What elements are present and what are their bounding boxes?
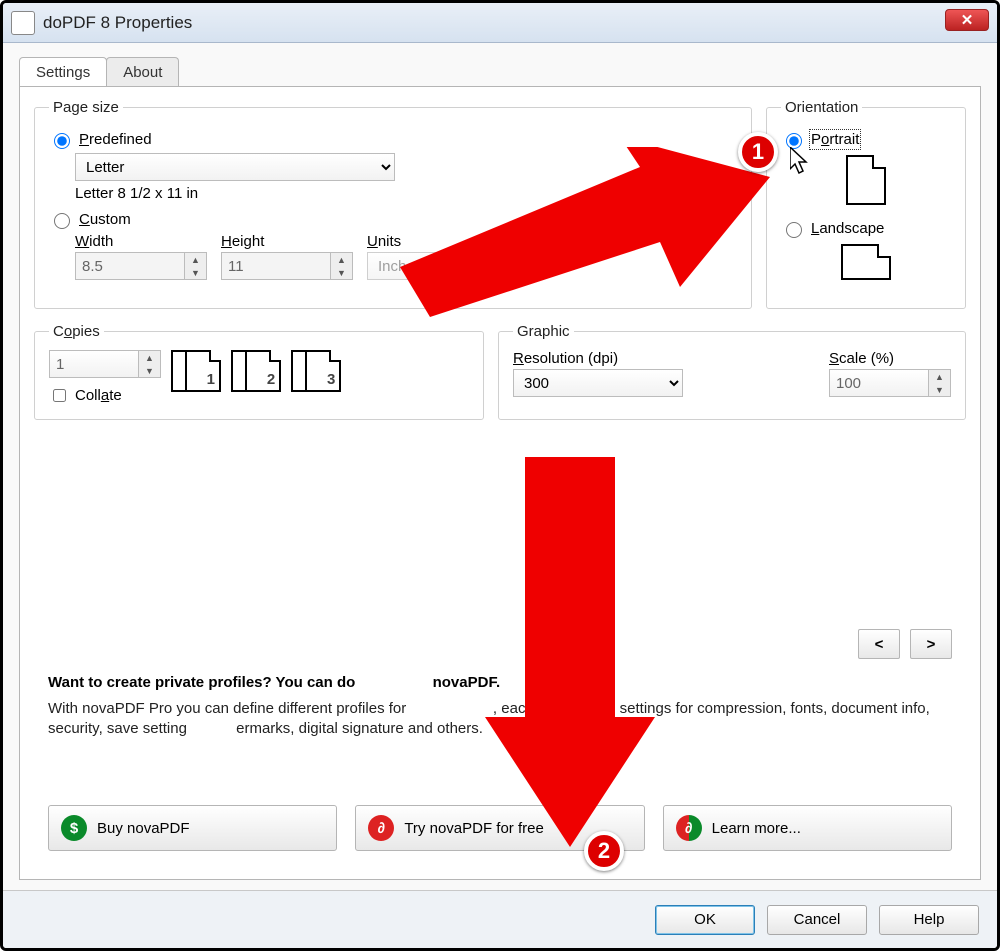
copies-spinner[interactable]: ▲▼ <box>139 350 161 378</box>
tab-panel-settings: Page size Predefined Letter Letter 8 1/2… <box>19 86 981 880</box>
group-graphic: Graphic Resolution (dpi) 300 Scale (%) <box>498 323 966 420</box>
annotation-arrow-1 <box>400 147 770 317</box>
window-title: doPDF 8 Properties <box>43 13 192 33</box>
try-icon: ∂ <box>368 815 394 841</box>
predefined-size-combo[interactable]: Letter <box>75 153 395 181</box>
width-label: Width <box>75 233 207 250</box>
radio-custom-label: Custom <box>79 211 131 228</box>
resolution-label: Resolution (dpi) <box>513 350 809 367</box>
learn-more-button[interactable]: ∂ Learn more... <box>663 805 952 851</box>
radio-landscape[interactable] <box>786 222 802 238</box>
annotation-badge-2: 2 <box>584 831 624 871</box>
page-size-legend: Page size <box>49 99 123 116</box>
dialog-footer: OK Cancel Help <box>3 890 997 948</box>
tabstrip: Settings About <box>19 57 981 87</box>
height-input[interactable] <box>221 252 331 280</box>
copies-input[interactable] <box>49 350 139 378</box>
copies-legend: Copies <box>49 323 104 340</box>
collate-label: Collate <box>75 387 122 404</box>
scale-label: Scale (%) <box>829 350 951 367</box>
learn-more-label: Learn more... <box>712 820 801 837</box>
cancel-button[interactable]: Cancel <box>767 905 867 935</box>
scale-input[interactable] <box>829 369 929 397</box>
buy-novapdf-label: Buy novaPDF <box>97 820 190 837</box>
height-spinner[interactable]: ▲▼ <box>331 252 353 280</box>
collate-checkbox[interactable] <box>53 389 66 402</box>
promo-next-button[interactable]: > <box>910 629 952 659</box>
properties-dialog: doPDF 8 Properties ✕ Settings About Page… <box>0 0 1000 951</box>
annotation-arrow-2 <box>485 457 655 847</box>
resolution-combo[interactable]: 300 <box>513 369 683 397</box>
height-label: Height <box>221 233 353 250</box>
radio-predefined-label: Predefined <box>79 131 152 148</box>
scale-spinner[interactable]: ▲▼ <box>929 369 951 397</box>
radio-portrait-label: Portrait <box>811 131 859 148</box>
group-orientation: Orientation Portrait Landscape <box>766 99 966 309</box>
promo-prev-button[interactable]: < <box>858 629 900 659</box>
width-input[interactable] <box>75 252 185 280</box>
graphic-legend: Graphic <box>513 323 574 340</box>
cursor-icon <box>790 147 812 177</box>
tab-settings[interactable]: Settings <box>19 57 107 87</box>
radio-landscape-label: Landscape <box>811 220 884 237</box>
ok-button[interactable]: OK <box>655 905 755 935</box>
app-icon <box>11 11 35 35</box>
client-area: Settings About Page size Predefined Lett… <box>3 43 997 890</box>
group-copies: Copies ▲▼ Collate <box>34 323 484 420</box>
titlebar: doPDF 8 Properties ✕ <box>3 3 997 43</box>
portrait-icon <box>846 155 886 205</box>
landscape-icon <box>841 244 891 280</box>
close-button[interactable]: ✕ <box>945 9 989 31</box>
copies-illustration: 11 22 33 <box>181 350 341 396</box>
orientation-legend: Orientation <box>781 99 862 116</box>
annotation-badge-1: 1 <box>738 132 778 172</box>
width-spinner[interactable]: ▲▼ <box>185 252 207 280</box>
buy-novapdf-button[interactable]: $ Buy novaPDF <box>48 805 337 851</box>
radio-custom[interactable] <box>54 213 70 229</box>
help-button[interactable]: Help <box>879 905 979 935</box>
learn-icon: ∂ <box>676 815 702 841</box>
tab-about[interactable]: About <box>106 57 179 87</box>
radio-predefined[interactable] <box>54 133 70 149</box>
dollar-icon: $ <box>61 815 87 841</box>
